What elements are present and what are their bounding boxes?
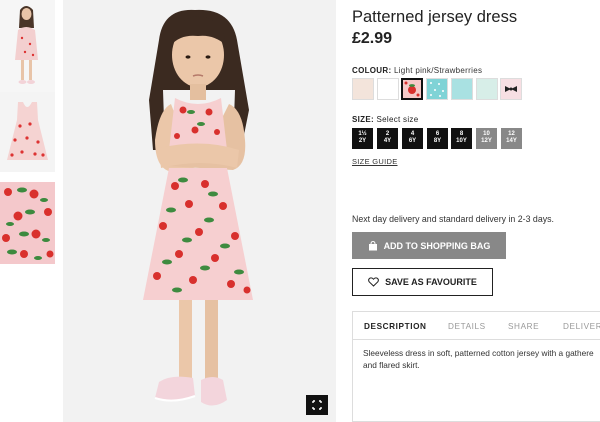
colour-label-row: COLOUR: Light pink/Strawberries	[352, 66, 482, 75]
size-option[interactable]: 8 10Y	[451, 128, 472, 149]
description-line: and flared skirt.	[363, 359, 420, 370]
swatch-light-beige[interactable]	[352, 78, 374, 100]
swatch-white[interactable]	[377, 78, 399, 100]
product-details-panel: Patterned jersey dress £2.99 COLOUR: Lig…	[352, 0, 600, 422]
product-title: Patterned jersey dress	[352, 8, 518, 26]
save-favourite-label: SAVE AS FAVOURITE	[385, 277, 477, 287]
tab-details[interactable]: DETAILS	[448, 322, 486, 331]
thumbnail-fabric-detail[interactable]	[0, 182, 55, 264]
size-option[interactable]: 1½ 2Y	[352, 128, 373, 149]
tab-delivery[interactable]: DELIVER	[563, 322, 600, 331]
expand-image-button[interactable]	[306, 395, 328, 415]
save-favourite-button[interactable]: SAVE AS FAVOURITE	[352, 268, 493, 296]
swatch-turquoise-pattern[interactable]	[426, 78, 448, 100]
size-option[interactable]: 6 8Y	[427, 128, 448, 149]
size-option-unavailable[interactable]: 10 12Y	[476, 128, 497, 149]
tab-share[interactable]: SHARE	[508, 322, 539, 331]
swatch-mint[interactable]	[476, 78, 498, 100]
shopping-bag-icon	[368, 240, 378, 251]
info-tabs-box: DESCRIPTION DETAILS SHARE DELIVER Sleeve…	[352, 311, 600, 422]
description-text: Sleeveless dress in soft, patterned cott…	[363, 348, 600, 371]
size-label: SIZE:	[352, 115, 374, 124]
colour-label: COLOUR:	[352, 66, 392, 75]
add-to-bag-label: ADD TO SHOPPING BAG	[383, 240, 491, 251]
size-guide-link[interactable]: SIZE GUIDE	[352, 157, 398, 166]
size-option-unavailable[interactable]: 12 14Y	[501, 128, 522, 149]
product-price: £2.99	[352, 30, 393, 47]
swatch-pink-bow[interactable]	[500, 78, 522, 100]
description-line: Sleeveless dress in soft, patterned cott…	[363, 348, 594, 358]
thumbnail-dress-flat[interactable]	[0, 92, 55, 172]
heart-icon	[368, 277, 379, 287]
delivery-info: Next day delivery and standard delivery …	[352, 214, 554, 224]
info-tabs: DESCRIPTION DETAILS SHARE DELIVER	[353, 312, 600, 340]
swatch-light-turquoise[interactable]	[451, 78, 473, 100]
main-product-image	[63, 0, 336, 422]
size-option[interactable]: 2 4Y	[377, 128, 398, 149]
expand-icon	[312, 400, 322, 410]
add-to-bag-button[interactable]: ADD TO SHOPPING BAG	[352, 232, 506, 259]
tab-description[interactable]: DESCRIPTION	[364, 322, 427, 331]
thumbnail-girl-full[interactable]	[0, 0, 55, 92]
size-option[interactable]: 4 6Y	[402, 128, 423, 149]
selected-colour: Light pink/Strawberries	[393, 66, 483, 75]
swatch-light-pink-strawberries[interactable]	[401, 78, 423, 100]
size-prompt: Select size	[376, 115, 419, 124]
size-label-row: SIZE: Select size	[352, 115, 418, 124]
